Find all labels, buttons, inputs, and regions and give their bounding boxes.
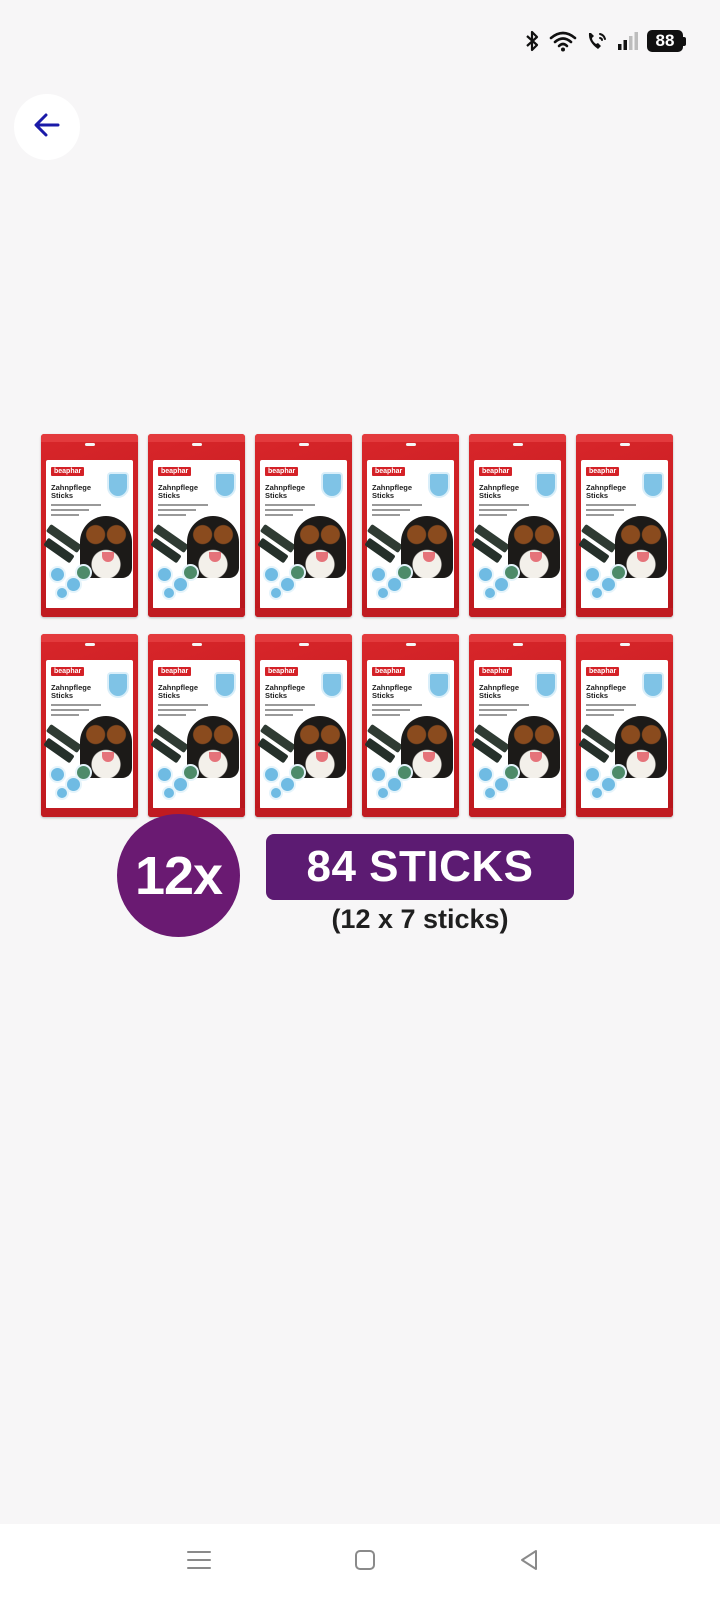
pack-brand-logo: beaphar	[586, 467, 620, 476]
pack-title: Zahnpflege Sticks	[586, 683, 627, 700]
count-badge: 12x	[117, 814, 240, 937]
shield-icon	[214, 472, 236, 498]
pack-brand-logo: beaphar	[372, 467, 406, 476]
shield-icon	[535, 472, 557, 498]
shield-icon	[642, 472, 664, 498]
pack-brand-logo: beaphar	[372, 667, 406, 676]
product-pack: beaphar Zahnpflege Sticks	[148, 434, 245, 617]
pack-title: Zahnpflege Sticks	[372, 483, 413, 500]
app-screen: 88 beaphar Zahnpflege Sticks beaphar Zahnpf…	[0, 0, 720, 1600]
pack-title: Zahnpflege Sticks	[586, 483, 627, 500]
status-bar: 88	[523, 26, 686, 56]
product-pack: beaphar Zahnpflege Sticks	[255, 634, 352, 817]
pack-title: Zahnpflege Sticks	[51, 683, 92, 700]
wifi-icon	[549, 30, 577, 52]
pack-title: Zahnpflege Sticks	[265, 683, 306, 700]
pack-brand-logo: beaphar	[51, 467, 85, 476]
pack-title: Zahnpflege Sticks	[479, 483, 520, 500]
product-pack: beaphar Zahnpflege Sticks	[148, 634, 245, 817]
shield-icon	[107, 472, 129, 498]
product-pack: beaphar Zahnpflege Sticks	[576, 634, 673, 817]
pack-title: Zahnpflege Sticks	[158, 683, 199, 700]
system-nav-bar	[0, 1524, 720, 1600]
pack-brand-logo: beaphar	[158, 467, 192, 476]
shield-icon	[428, 672, 450, 698]
pack-title: Zahnpflege Sticks	[158, 483, 199, 500]
shield-icon	[107, 672, 129, 698]
product-pack: beaphar Zahnpflege Sticks	[41, 434, 138, 617]
product-image[interactable]: beaphar Zahnpflege Sticks beaphar Zahnpfleg…	[0, 420, 720, 970]
pack-title: Zahnpflege Sticks	[265, 483, 306, 500]
sticks-detail-text: (12 x 7 sticks)	[331, 904, 509, 934]
product-pack: beaphar Zahnpflege Sticks	[255, 434, 352, 617]
packs-grid: beaphar Zahnpflege Sticks beaphar Zahnpfleg…	[41, 434, 673, 817]
battery-level: 88	[647, 30, 683, 52]
back-triangle-icon	[517, 1548, 541, 1577]
back-button[interactable]	[14, 94, 80, 160]
shield-icon	[642, 672, 664, 698]
pack-title: Zahnpflege Sticks	[479, 683, 520, 700]
sticks-total-banner: 84 STICKS	[266, 834, 574, 900]
shield-icon	[214, 672, 236, 698]
arrow-left-icon	[31, 109, 63, 146]
pack-brand-logo: beaphar	[265, 467, 299, 476]
product-pack: beaphar Zahnpflege Sticks	[576, 434, 673, 617]
pack-title: Zahnpflege Sticks	[372, 683, 413, 700]
shield-icon	[428, 472, 450, 498]
shield-icon	[321, 472, 343, 498]
nav-back-button[interactable]	[511, 1544, 547, 1580]
pack-brand-logo: beaphar	[479, 467, 513, 476]
shield-icon	[535, 672, 557, 698]
battery-icon: 88	[647, 30, 686, 52]
product-pack: beaphar Zahnpflege Sticks	[362, 634, 459, 817]
call-icon	[585, 30, 609, 52]
pack-brand-logo: beaphar	[479, 667, 513, 676]
product-pack: beaphar Zahnpflege Sticks	[362, 434, 459, 617]
signal-icon	[617, 30, 639, 52]
pack-brand-logo: beaphar	[586, 667, 620, 676]
product-pack: beaphar Zahnpflege Sticks	[469, 434, 566, 617]
pack-brand-logo: beaphar	[51, 667, 85, 676]
nav-menu-button[interactable]	[181, 1544, 217, 1580]
product-pack: beaphar Zahnpflege Sticks	[41, 634, 138, 817]
pack-brand-logo: beaphar	[158, 667, 192, 676]
pack-brand-logo: beaphar	[265, 667, 299, 676]
shield-icon	[321, 672, 343, 698]
home-icon	[353, 1548, 377, 1577]
product-pack: beaphar Zahnpflege Sticks	[469, 634, 566, 817]
pack-title: Zahnpflege Sticks	[51, 483, 92, 500]
bluetooth-icon	[523, 29, 541, 53]
nav-home-button[interactable]	[347, 1544, 383, 1580]
menu-icon	[186, 1549, 212, 1576]
